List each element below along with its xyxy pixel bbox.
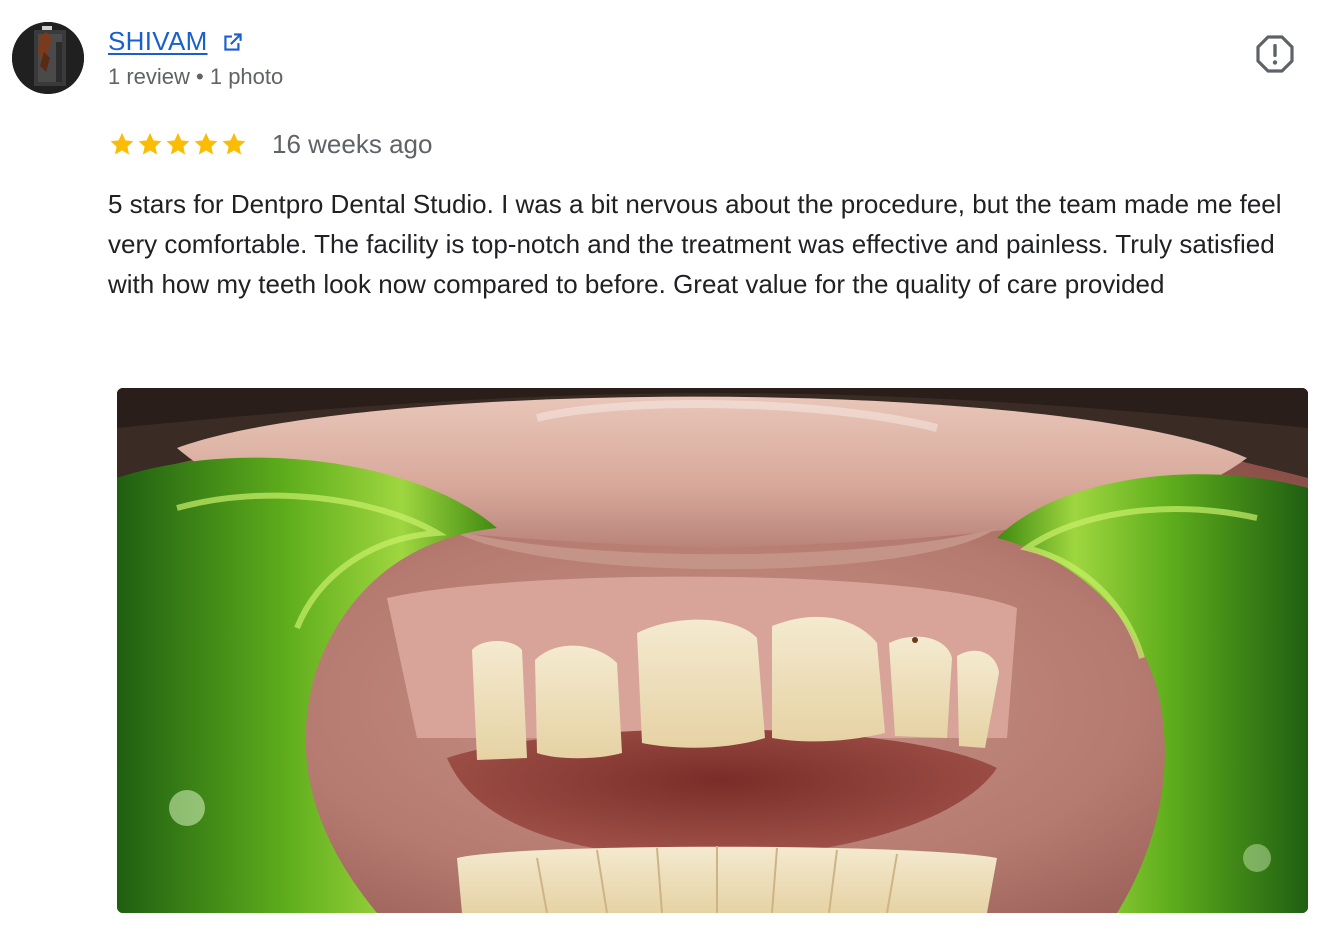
star-rating [108,130,248,158]
review-photo[interactable] [117,388,1308,913]
star-icon [166,132,190,155]
review-card: SHIVAM 1 review • 1 photo 16 weeks ago 5… [0,0,1342,932]
rating-row: 16 weeks ago [108,126,432,162]
author-header: SHIVAM [108,26,246,57]
report-icon[interactable] [1255,34,1295,74]
author-name-link[interactable]: SHIVAM [108,26,208,57]
open-in-new-icon[interactable] [220,29,246,55]
star-icon [194,132,218,155]
star-icon [110,132,134,155]
author-meta: 1 review • 1 photo [108,64,284,89]
review-time: 16 weeks ago [272,128,433,159]
avatar[interactable] [12,22,84,94]
star-icon [138,132,162,155]
star-icon [222,132,246,155]
review-text: 5 stars for Dentpro Dental Studio. I was… [108,189,1282,299]
